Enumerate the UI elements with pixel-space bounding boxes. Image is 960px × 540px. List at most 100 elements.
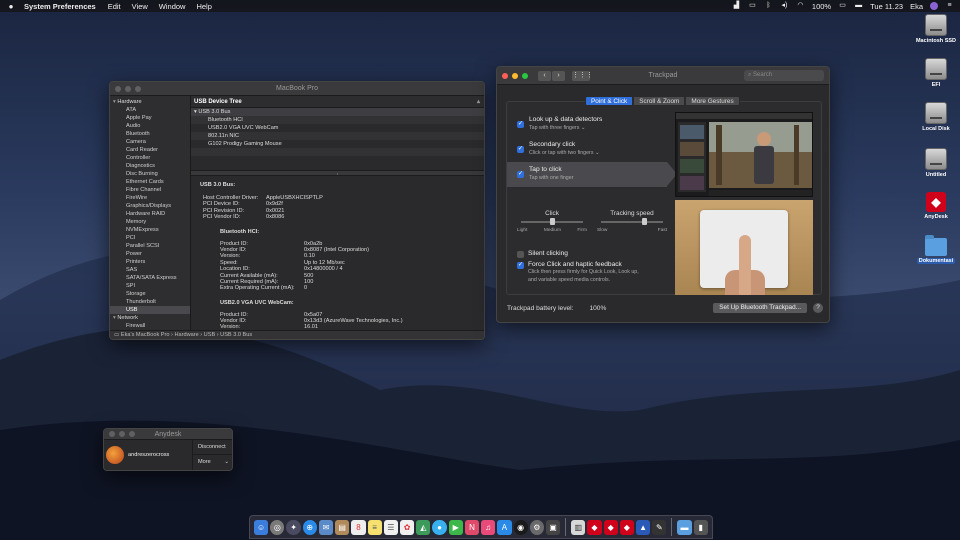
slider-thumb[interactable] [641, 218, 647, 225]
user-menu[interactable]: Eka [910, 2, 923, 11]
sidebar-item-sata-sata-express[interactable]: SATA/SATA Express [110, 274, 190, 282]
photos-icon[interactable]: ✿ [399, 519, 415, 535]
sidebar-item-card-reader[interactable]: Card Reader [110, 146, 190, 154]
disconnect-button[interactable]: Disconnect [193, 440, 232, 455]
downloads-folder-icon[interactable]: ▬ [677, 519, 692, 535]
anydesk-icon[interactable]: ◆ [619, 519, 634, 535]
menu-edit[interactable]: Edit [108, 2, 121, 11]
option-secondary-click[interactable]: ✓ Secondary click Click or tap with two … [507, 137, 667, 162]
volume-icon[interactable]: ◂) [780, 2, 789, 10]
sidebar-item-sas[interactable]: SAS [110, 266, 190, 274]
forward-button[interactable]: › [552, 70, 565, 81]
sidebar-item-printers[interactable]: Printers [110, 258, 190, 266]
spotify-icon[interactable]: ◉ [513, 519, 528, 535]
sidebar-item-controller[interactable]: Controller [110, 154, 190, 162]
sidebar-item-ethernet-cards[interactable]: Ethernet Cards [110, 178, 190, 186]
desktop-icon-local-disk[interactable]: Local Disk [912, 102, 960, 132]
app-menu[interactable]: System Preferences [24, 2, 96, 11]
sidebar-item-ata[interactable]: ATA [110, 106, 190, 114]
menu-window[interactable]: Window [159, 2, 186, 11]
music-icon[interactable]: ♫ [481, 519, 496, 535]
window-titlebar[interactable]: MacBook Pro [110, 82, 484, 96]
click-pressure-slider[interactable]: Click Light Medium Firm [517, 210, 587, 240]
system-preferences-icon[interactable]: ⚙ [529, 519, 544, 535]
window-titlebar[interactable]: ‹ › ⋮⋮⋮ Trackpad ⌕ Search [497, 67, 829, 85]
sidebar-item-spi[interactable]: SPI [110, 282, 190, 290]
app-icon[interactable]: ▲ [635, 519, 651, 535]
desktop-icon-efi[interactable]: EFI [912, 58, 960, 88]
sidebar-item-fibre-channel[interactable]: Fibre Channel [110, 186, 190, 194]
slider-thumb[interactable] [549, 218, 555, 225]
tracking-speed-slider[interactable]: Tracking speed Slow Fast [597, 210, 667, 240]
checkbox-secondary-click[interactable]: ✓ [517, 146, 524, 153]
finder-icon[interactable]: ☺ [254, 519, 269, 535]
zoom-button[interactable] [522, 72, 528, 79]
sidebar-item-usb[interactable]: USB [110, 306, 190, 314]
close-button[interactable] [115, 85, 121, 92]
tree-row[interactable]: USB2.0 VGA UVC WebCam [191, 124, 484, 132]
system-information-icon[interactable]: ▣ [545, 519, 561, 535]
sidebar-item-diagnostics[interactable]: Diagnostics [110, 162, 190, 170]
maps-icon[interactable]: ◭ [416, 519, 431, 535]
tab-scroll-zoom[interactable]: Scroll & Zoom [633, 96, 686, 106]
anydesk-icon[interactable]: ◆ [587, 519, 602, 535]
desktop-icon-untitled[interactable]: Untitled [912, 148, 960, 178]
option-tap-to-click[interactable]: ✓ Tap to click Tap with one finger [507, 162, 677, 187]
safari-icon[interactable]: ⊕ [302, 519, 317, 535]
tree-row[interactable]: G102 Prodigy Gaming Mouse [191, 140, 484, 148]
desktop-icon-macintosh-ssd[interactable]: Macintosh SSD [912, 14, 960, 44]
activity-monitor-icon[interactable]: ▟ [732, 2, 741, 10]
airplay-icon[interactable]: ▭ [748, 2, 757, 10]
sidebar-item-audio[interactable]: Audio [110, 122, 190, 130]
minimize-button[interactable] [512, 72, 518, 79]
calendar-icon[interactable]: 8 [351, 519, 366, 535]
tree-column-header[interactable]: USB Device Tree ▴ [191, 96, 484, 108]
control-center-icon[interactable]: ≡ [945, 2, 954, 10]
flag-icon[interactable]: ▬ [854, 2, 863, 10]
desktop-icon-dokumentasi[interactable]: Dokumentasi [912, 235, 960, 264]
sidebar-item-apple-pay[interactable]: Apple Pay [110, 114, 190, 122]
window-titlebar[interactable]: Anydesk [104, 429, 232, 440]
close-button[interactable] [109, 431, 115, 437]
sidebar-item-bluetooth[interactable]: Bluetooth [110, 130, 190, 138]
sidebar-item-firewire[interactable]: FireWire [110, 194, 190, 202]
close-button[interactable] [502, 72, 508, 79]
tree-row[interactable]: Bluetooth HCI [191, 116, 484, 124]
option-silent-clicking[interactable]: Silent clicking [517, 250, 677, 258]
sidebar-item-camera[interactable]: Camera [110, 138, 190, 146]
sidebar-group-hardware[interactable]: Hardware [110, 98, 190, 106]
mail-icon[interactable]: ✉ [318, 519, 334, 535]
option-lookup[interactable]: ✓ Look up & data detectors Tap with thre… [507, 112, 667, 137]
tab-more-gestures[interactable]: More Gestures [685, 96, 740, 106]
menu-help[interactable]: Help [196, 2, 211, 11]
tree-row-usb-bus[interactable]: ▾ USB 3.0 Bus [191, 108, 484, 116]
checkbox-lookup[interactable]: ✓ [517, 121, 524, 128]
messages-icon[interactable]: ● [432, 519, 447, 535]
minimize-button[interactable] [119, 431, 125, 437]
sidebar-item-parallel-scsi[interactable]: Parallel SCSI [110, 242, 190, 250]
minimize-button[interactable] [125, 85, 131, 92]
sidebar-item-pci[interactable]: PCI [110, 234, 190, 242]
battery-icon[interactable]: ▭ [838, 2, 847, 10]
sidebar-item-storage[interactable]: Storage [110, 290, 190, 298]
back-button[interactable]: ‹ [538, 70, 551, 81]
preview-icon[interactable]: ▥ [571, 519, 586, 535]
facetime-icon[interactable]: ▶ [448, 519, 463, 535]
anydesk-icon[interactable]: ◆ [603, 519, 618, 535]
sidebar-item-nvmexpress[interactable]: NVMExpress [110, 226, 190, 234]
sidebar-item-memory[interactable]: Memory [110, 218, 190, 226]
more-dropdown[interactable]: More ⌄ [193, 455, 232, 470]
script-editor-icon[interactable]: ✎ [652, 519, 667, 535]
wifi-icon[interactable]: ◠ [796, 2, 805, 10]
tree-row[interactable]: 802.11n NIC [191, 132, 484, 140]
option-force-click[interactable]: ✓ Force Click and haptic feedback Click … [517, 261, 677, 284]
app-store-icon[interactable]: A [497, 519, 512, 535]
setup-bluetooth-trackpad-button[interactable]: Set Up Bluetooth Trackpad... [713, 303, 807, 313]
reminders-icon[interactable]: ☰ [383, 519, 398, 535]
zoom-button[interactable] [129, 431, 135, 437]
sidebar-item-power[interactable]: Power [110, 250, 190, 258]
news-icon[interactable]: N [464, 519, 480, 535]
checkbox-force-click[interactable]: ✓ [517, 262, 524, 269]
checkbox-silent-clicking[interactable] [517, 251, 524, 258]
checkbox-tap-to-click[interactable]: ✓ [517, 171, 524, 178]
